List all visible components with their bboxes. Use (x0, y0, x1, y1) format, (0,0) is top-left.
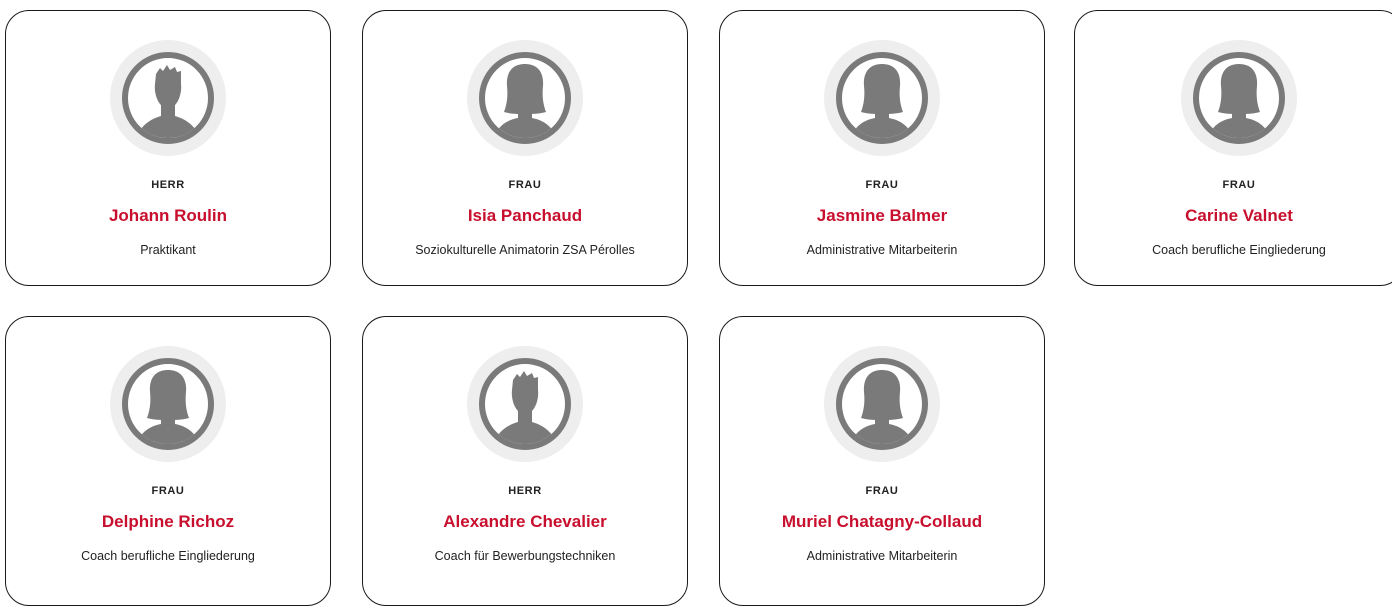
staff-name: Jasmine Balmer (816, 206, 948, 225)
staff-role: Administrative Mitarbeiterin (806, 549, 958, 563)
staff-name: Johann Roulin (108, 206, 228, 225)
female-avatar-icon (467, 40, 583, 156)
staff-card[interactable]: FRAU Isia Panchaud Soziokulturelle Anima… (362, 10, 688, 286)
staff-salutation: FRAU (151, 485, 185, 497)
staff-role: Soziokulturelle Animatorin ZSA Pérolles (415, 243, 635, 257)
male-avatar-icon (467, 346, 583, 462)
staff-name: Alexandre Chevalier (443, 512, 607, 531)
staff-card[interactable]: FRAU Delphine Richoz Coach berufliche Ei… (5, 316, 331, 606)
staff-role: Coach berufliche Eingliederung (1152, 243, 1326, 257)
female-avatar-icon (110, 346, 226, 462)
staff-role: Coach für Bewerbungstechniken (434, 549, 616, 563)
staff-salutation: HERR (151, 179, 185, 191)
staff-name: Delphine Richoz (101, 512, 235, 531)
female-avatar-icon (824, 40, 940, 156)
staff-name: Muriel Chatagny-Collaud (781, 512, 983, 531)
staff-card[interactable]: FRAU Carine Valnet Coach berufliche Eing… (1074, 10, 1392, 286)
staff-salutation: FRAU (508, 179, 542, 191)
staff-role: Praktikant (140, 243, 196, 257)
female-avatar-icon (1181, 40, 1297, 156)
male-avatar-icon (110, 40, 226, 156)
staff-salutation: HERR (508, 485, 542, 497)
staff-card[interactable]: HERR Johann Roulin Praktikant (5, 10, 331, 286)
staff-name: Carine Valnet (1185, 206, 1293, 225)
staff-salutation: FRAU (865, 179, 899, 191)
staff-name: Isia Panchaud (467, 206, 583, 225)
female-avatar-icon (824, 346, 940, 462)
staff-card[interactable]: HERR Alexandre Chevalier Coach für Bewer… (362, 316, 688, 606)
staff-card[interactable]: FRAU Jasmine Balmer Administrative Mitar… (719, 10, 1045, 286)
staff-salutation: FRAU (1222, 179, 1256, 191)
staff-role: Administrative Mitarbeiterin (806, 243, 958, 257)
staff-role: Coach berufliche Eingliederung (81, 549, 255, 563)
staff-card[interactable]: FRAU Muriel Chatagny-Collaud Administrat… (719, 316, 1045, 606)
staff-salutation: FRAU (865, 485, 899, 497)
